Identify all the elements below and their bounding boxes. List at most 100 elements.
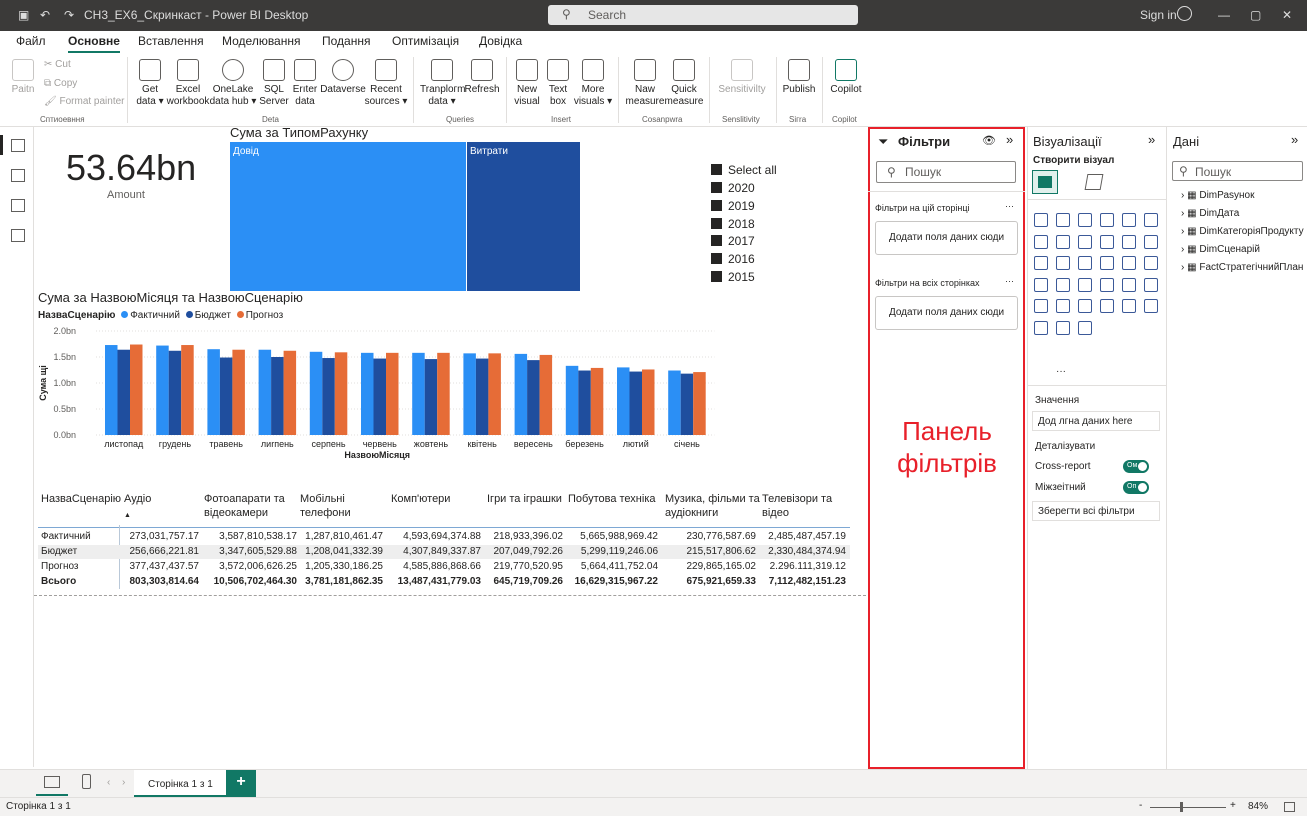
visual-type-icon[interactable] <box>1122 213 1136 227</box>
menu-home[interactable]: Основне <box>68 34 120 53</box>
sensitivity-button[interactable]: Sensitivilty <box>714 59 770 96</box>
table-cell[interactable]: 219,770,520.95 <box>463 561 563 572</box>
table-cell[interactable]: 1,287,810,461.47 <box>283 531 383 542</box>
visual-type-icon[interactable] <box>1122 277 1136 292</box>
visual-type-icon[interactable] <box>1056 213 1070 227</box>
report-view-icon[interactable] <box>11 139 25 152</box>
table-cell[interactable]: 3,587,810,538.17 <box>197 531 297 542</box>
desktop-layout-icon[interactable] <box>44 776 60 788</box>
model-view-icon[interactable] <box>11 199 25 212</box>
table-cell[interactable]: 3,781,181,862.35 <box>283 576 383 587</box>
redo-icon[interactable]: ↷ <box>64 8 74 22</box>
collapse-icon[interactable]: » <box>1006 132 1013 147</box>
legend-item[interactable]: Фактичний <box>130 310 180 321</box>
filters-search-input[interactable]: ⚲ Пошук <box>876 161 1016 183</box>
transform-data-button[interactable]: Tranploгm data ▾ <box>420 59 466 108</box>
table-cell[interactable]: 10,506,702,464.30 <box>197 576 297 587</box>
eye-icon[interactable]: 👁 <box>982 134 996 147</box>
bar[interactable] <box>373 358 387 435</box>
publish-button[interactable]: Publish <box>782 59 816 96</box>
row-header[interactable]: Прогноз <box>41 561 79 572</box>
menu-help[interactable]: Довідка <box>479 34 522 48</box>
bar[interactable] <box>642 369 655 435</box>
column-header[interactable]: Фотоапарати та відеокамери <box>204 492 294 520</box>
table-cell[interactable]: 645,719,709.26 <box>463 576 563 587</box>
onelake-button[interactable]: OneLake data hub ▾ <box>209 59 257 108</box>
visual-type-icon[interactable] <box>1056 320 1070 335</box>
cut-button[interactable]: ✂ Cut <box>44 59 71 71</box>
sql-server-button[interactable]: SQL Server <box>258 59 290 108</box>
column-header[interactable]: Телевізори та відео <box>762 492 847 520</box>
row-header[interactable]: Всього <box>41 576 76 587</box>
get-data-button[interactable]: Get data ▾ <box>133 59 167 108</box>
field-table-item[interactable]: › ▦ DimРаsунок <box>1181 190 1254 201</box>
visual-type-icon[interactable] <box>1100 277 1114 292</box>
slicer-item-select-all[interactable]: Select all <box>711 163 777 177</box>
slicer-item[interactable]: 2017 <box>711 234 755 248</box>
menu-optimize[interactable]: Оптимізація <box>392 34 459 48</box>
keep-filters-toggle[interactable]: Оп <box>1123 481 1149 494</box>
bar[interactable] <box>617 367 630 435</box>
more-visuals-button[interactable]: More visuals ▾ <box>573 59 613 108</box>
visual-type-icon[interactable] <box>1034 213 1048 227</box>
visual-type-icon[interactable] <box>1100 234 1114 249</box>
zoom-in-button[interactable]: + <box>1230 800 1236 811</box>
add-page-button[interactable]: + <box>226 770 256 798</box>
visual-type-icon[interactable] <box>1144 234 1158 249</box>
table-cell[interactable]: 218,933,396.02 <box>463 531 563 542</box>
table-cell[interactable]: 675,921,659.33 <box>656 576 756 587</box>
page-tab-1[interactable]: Сторінка 1 з 1 <box>134 770 226 798</box>
zoom-slider-thumb[interactable] <box>1180 802 1183 812</box>
table-cell[interactable]: 1,205,330,186.25 <box>283 561 383 572</box>
table-cell[interactable]: 3,347,605,529.88 <box>197 546 297 557</box>
bar[interactable] <box>361 352 374 435</box>
bar[interactable] <box>168 350 182 435</box>
visual-type-icon[interactable] <box>1100 213 1114 227</box>
column-header[interactable]: Ігри та іграшки <box>487 492 567 506</box>
table-cell[interactable]: 2.296.111,319.12 <box>746 561 846 572</box>
visual-type-icon[interactable] <box>1034 277 1048 292</box>
more-visuals-icon[interactable]: ··· <box>1056 366 1066 377</box>
checkbox[interactable] <box>711 271 722 282</box>
save-icon[interactable]: ▣ <box>18 8 29 22</box>
slicer-item[interactable]: 2016 <box>711 252 755 266</box>
format-visual-icon[interactable] <box>1084 174 1104 190</box>
legend-item[interactable]: Бюджет <box>195 310 231 321</box>
column-header[interactable]: Комп'ютери <box>391 492 481 506</box>
avatar-icon[interactable] <box>1177 6 1192 21</box>
bar[interactable] <box>232 349 245 435</box>
sign-in-button[interactable]: Sign in <box>1140 8 1177 22</box>
bar[interactable] <box>130 344 143 435</box>
slicer-item[interactable]: 2019 <box>711 199 755 213</box>
bar[interactable] <box>219 357 233 435</box>
legend-item[interactable]: Прогноз <box>246 310 284 321</box>
bar[interactable] <box>680 373 694 435</box>
visual-type-icon[interactable] <box>1122 256 1136 270</box>
table-cell[interactable]: 215,517,806.62 <box>656 546 756 557</box>
keep-all-filters-field[interactable]: Зберегти всі фільтри <box>1032 501 1160 521</box>
field-table-item[interactable]: › ▦ FactСтратегічнийПлан <box>1181 262 1303 273</box>
visual-type-icon[interactable] <box>1078 234 1092 249</box>
values-drop-zone[interactable]: Дод лгна даних here <box>1032 411 1160 431</box>
visual-type-icon[interactable] <box>1078 213 1092 227</box>
checkbox[interactable] <box>711 235 722 246</box>
bar[interactable] <box>424 359 438 435</box>
column-header[interactable]: Мобільні телефони <box>300 492 380 520</box>
bar[interactable] <box>105 345 118 435</box>
visual-type-icon[interactable] <box>1144 256 1158 270</box>
next-page-icon[interactable]: › <box>122 777 125 788</box>
prev-page-icon[interactable]: ‹ <box>107 777 110 788</box>
quick-measure-button[interactable]: Quick measure <box>664 59 704 108</box>
treemap-tile-income[interactable]: Довід <box>230 142 466 291</box>
bar[interactable] <box>565 365 579 435</box>
slicer-item[interactable]: 2020 <box>711 181 755 195</box>
checkbox[interactable] <box>711 253 722 264</box>
visual-type-icon[interactable] <box>1144 299 1158 313</box>
fit-to-page-icon[interactable] <box>1284 802 1295 812</box>
visual-type-icon[interactable] <box>1034 299 1048 313</box>
table-cell[interactable]: 273,031,757.17 <box>99 531 199 542</box>
menu-modeling[interactable]: Моделювання <box>222 34 301 48</box>
visual-type-icon[interactable] <box>1034 256 1048 270</box>
column-header[interactable]: Музика, фільми та аудіокниги <box>665 492 760 520</box>
visual-type-icon[interactable] <box>1122 299 1136 313</box>
